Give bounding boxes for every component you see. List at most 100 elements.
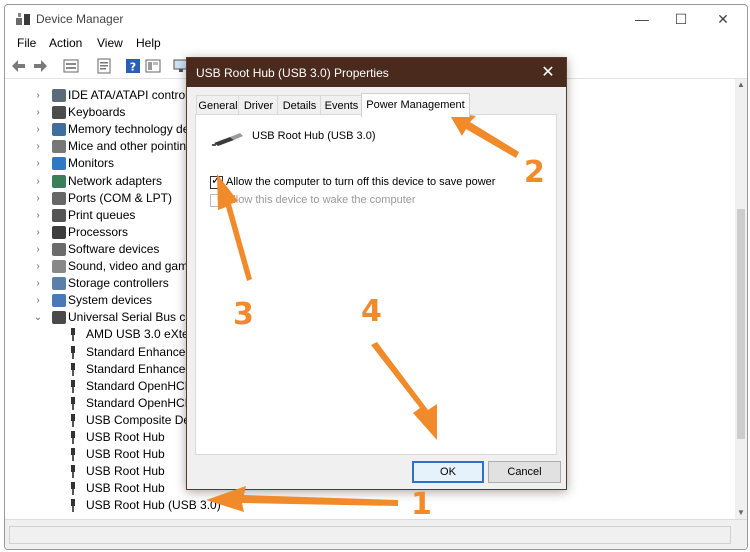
tab-events[interactable]: Events xyxy=(320,95,363,116)
dialog-title-bar: USB Root Hub (USB 3.0) Properties ✕ xyxy=(187,58,566,87)
scroll-thumb[interactable] xyxy=(737,209,745,439)
usb-device-row[interactable]: USB Root Hub xyxy=(5,446,205,463)
tree-category-label: Mice and other pointing xyxy=(68,139,193,154)
tab-driver[interactable]: Driver xyxy=(238,95,279,116)
dialog-close-button[interactable]: ✕ xyxy=(536,62,560,84)
usb-device-row[interactable]: USB Root Hub xyxy=(5,429,205,446)
tab-general[interactable]: General xyxy=(196,95,240,116)
usb-device-label: USB Root Hub (USB 3.0) xyxy=(86,498,221,513)
tree-category-row[interactable]: › Sound, video and game xyxy=(5,258,205,275)
expand-right-chevron-icon[interactable]: › xyxy=(33,207,43,224)
usb-icon xyxy=(52,311,66,325)
menu-bar: File Action View Help xyxy=(5,33,747,53)
tab-details[interactable]: Details xyxy=(277,95,322,116)
tree-category-row[interactable]: › Print queues xyxy=(5,207,205,224)
svg-text:?: ? xyxy=(130,61,136,74)
device-tree-icon[interactable] xyxy=(63,58,79,74)
allow-turn-off-checkbox[interactable] xyxy=(210,173,223,189)
usb-device-row[interactable]: Standard Enhanced xyxy=(5,344,205,361)
expand-right-chevron-icon[interactable]: › xyxy=(33,155,43,172)
menu-file[interactable]: File xyxy=(17,36,36,50)
tree-category-row[interactable]: › Memory technology de xyxy=(5,121,205,138)
usb-device-row[interactable]: AMD USB 3.0 eXtens xyxy=(5,326,205,343)
keyboard-icon xyxy=(52,106,66,120)
expand-down-chevron-icon[interactable]: ⌄ xyxy=(33,309,43,326)
vertical-scrollbar[interactable]: ▲ ▼ xyxy=(735,79,747,519)
usb-device-label: Standard Enhanced xyxy=(86,344,193,359)
tree-category-row[interactable]: ⌄ Universal Serial Bus cont xyxy=(5,309,205,326)
usb-plug-icon xyxy=(70,482,76,496)
allow-wake-label: Allow this device to wake the computer xyxy=(226,194,416,206)
tree-category-row[interactable]: › Mice and other pointing xyxy=(5,138,205,155)
expand-right-chevron-icon[interactable]: › xyxy=(33,173,43,190)
processor-icon xyxy=(52,225,66,239)
usb-device-label: AMD USB 3.0 eXtens xyxy=(86,327,202,342)
close-button[interactable]: ✕ xyxy=(703,8,743,30)
tree-category-row[interactable]: › IDE ATA/ATAPI controlle xyxy=(5,87,205,104)
menu-action[interactable]: Action xyxy=(49,36,82,50)
view-icon[interactable] xyxy=(145,58,161,74)
status-bar xyxy=(5,519,747,549)
tree-category-row[interactable]: › Ports (COM & LPT) xyxy=(5,190,205,207)
tree-category-row[interactable]: › Storage controllers xyxy=(5,275,205,292)
monitor-icon xyxy=(52,157,66,171)
properties-icon[interactable] xyxy=(96,58,112,74)
forward-arrow-icon[interactable] xyxy=(32,58,48,74)
system-device-icon xyxy=(52,294,66,308)
usb-device-row[interactable]: USB Root Hub xyxy=(5,463,205,480)
expand-right-chevron-icon[interactable]: › xyxy=(33,138,43,155)
usb-device-label: Standard OpenHCD xyxy=(86,395,194,410)
dialog-title: USB Root Hub (USB 3.0) Properties xyxy=(196,66,389,80)
tree-category-label: Memory technology de xyxy=(68,122,190,137)
printer-icon xyxy=(52,208,66,222)
menu-view[interactable]: View xyxy=(97,36,123,50)
expand-right-chevron-icon[interactable]: › xyxy=(33,258,43,275)
usb-device-row[interactable]: Standard OpenHCD xyxy=(5,395,205,412)
expand-right-chevron-icon[interactable]: › xyxy=(33,121,43,138)
tree-category-row[interactable]: › Software devices xyxy=(5,241,205,258)
usb-device-row[interactable]: Standard OpenHCD xyxy=(5,378,205,395)
expand-right-chevron-icon[interactable]: › xyxy=(33,87,43,104)
usb-plug-icon xyxy=(70,345,76,359)
device-manager-icon xyxy=(16,13,30,25)
tree-category-label: Software devices xyxy=(68,241,160,256)
tree-category-row[interactable]: › Processors xyxy=(5,224,205,241)
usb-device-row[interactable]: USB Composite Dev xyxy=(5,412,205,429)
tree-category-row[interactable]: › Network adapters xyxy=(5,173,205,190)
tree-category-row[interactable]: › System devices xyxy=(5,292,205,309)
maximize-button[interactable]: ☐ xyxy=(661,8,701,30)
expand-right-chevron-icon[interactable]: › xyxy=(33,292,43,309)
annotation-number-4: 4 xyxy=(361,294,382,329)
expand-right-chevron-icon[interactable]: › xyxy=(33,224,43,241)
usb-device-label: USB Root Hub xyxy=(86,430,165,444)
tab-power-management[interactable]: Power Management xyxy=(361,93,470,117)
help-icon[interactable]: ? xyxy=(125,58,141,74)
expand-right-chevron-icon[interactable]: › xyxy=(33,190,43,207)
tree-category-row[interactable]: › Monitors xyxy=(5,155,205,172)
cancel-button[interactable]: Cancel xyxy=(488,461,561,483)
back-arrow-icon[interactable] xyxy=(11,58,27,74)
usb-device-label: USB Composite Dev xyxy=(86,412,197,427)
annotation-number-1: 1 xyxy=(411,487,432,522)
menu-help[interactable]: Help xyxy=(136,36,161,50)
usb-device-row[interactable]: USB Root Hub (USB 3.0) xyxy=(5,497,221,514)
expand-right-chevron-icon[interactable]: › xyxy=(33,275,43,292)
usb-device-label: USB Root Hub xyxy=(86,464,165,479)
usb-device-row[interactable]: USB Root Hub xyxy=(5,480,205,497)
usb-plug-icon xyxy=(70,362,76,376)
minimize-button[interactable]: — xyxy=(622,8,662,30)
tree-category-label: Keyboards xyxy=(68,105,126,120)
power-management-panel: USB Root Hub (USB 3.0) Allow the compute… xyxy=(195,114,557,455)
usb-device-label: USB Root Hub xyxy=(86,481,165,496)
scroll-down-icon[interactable]: ▼ xyxy=(735,507,747,519)
ok-button[interactable]: OK xyxy=(412,461,484,483)
scroll-up-icon[interactable]: ▲ xyxy=(735,79,747,91)
expand-right-chevron-icon[interactable]: › xyxy=(33,241,43,258)
speaker-icon xyxy=(52,260,66,273)
usb-plug-icon xyxy=(70,413,76,427)
expand-right-chevron-icon[interactable]: › xyxy=(33,104,43,121)
usb-device-row[interactable]: Standard Enhanced xyxy=(5,361,205,378)
tree-category-label: Storage controllers xyxy=(68,276,169,291)
tree-category-row[interactable]: › Keyboards xyxy=(5,104,205,121)
usb-plug-icon xyxy=(70,431,76,444)
